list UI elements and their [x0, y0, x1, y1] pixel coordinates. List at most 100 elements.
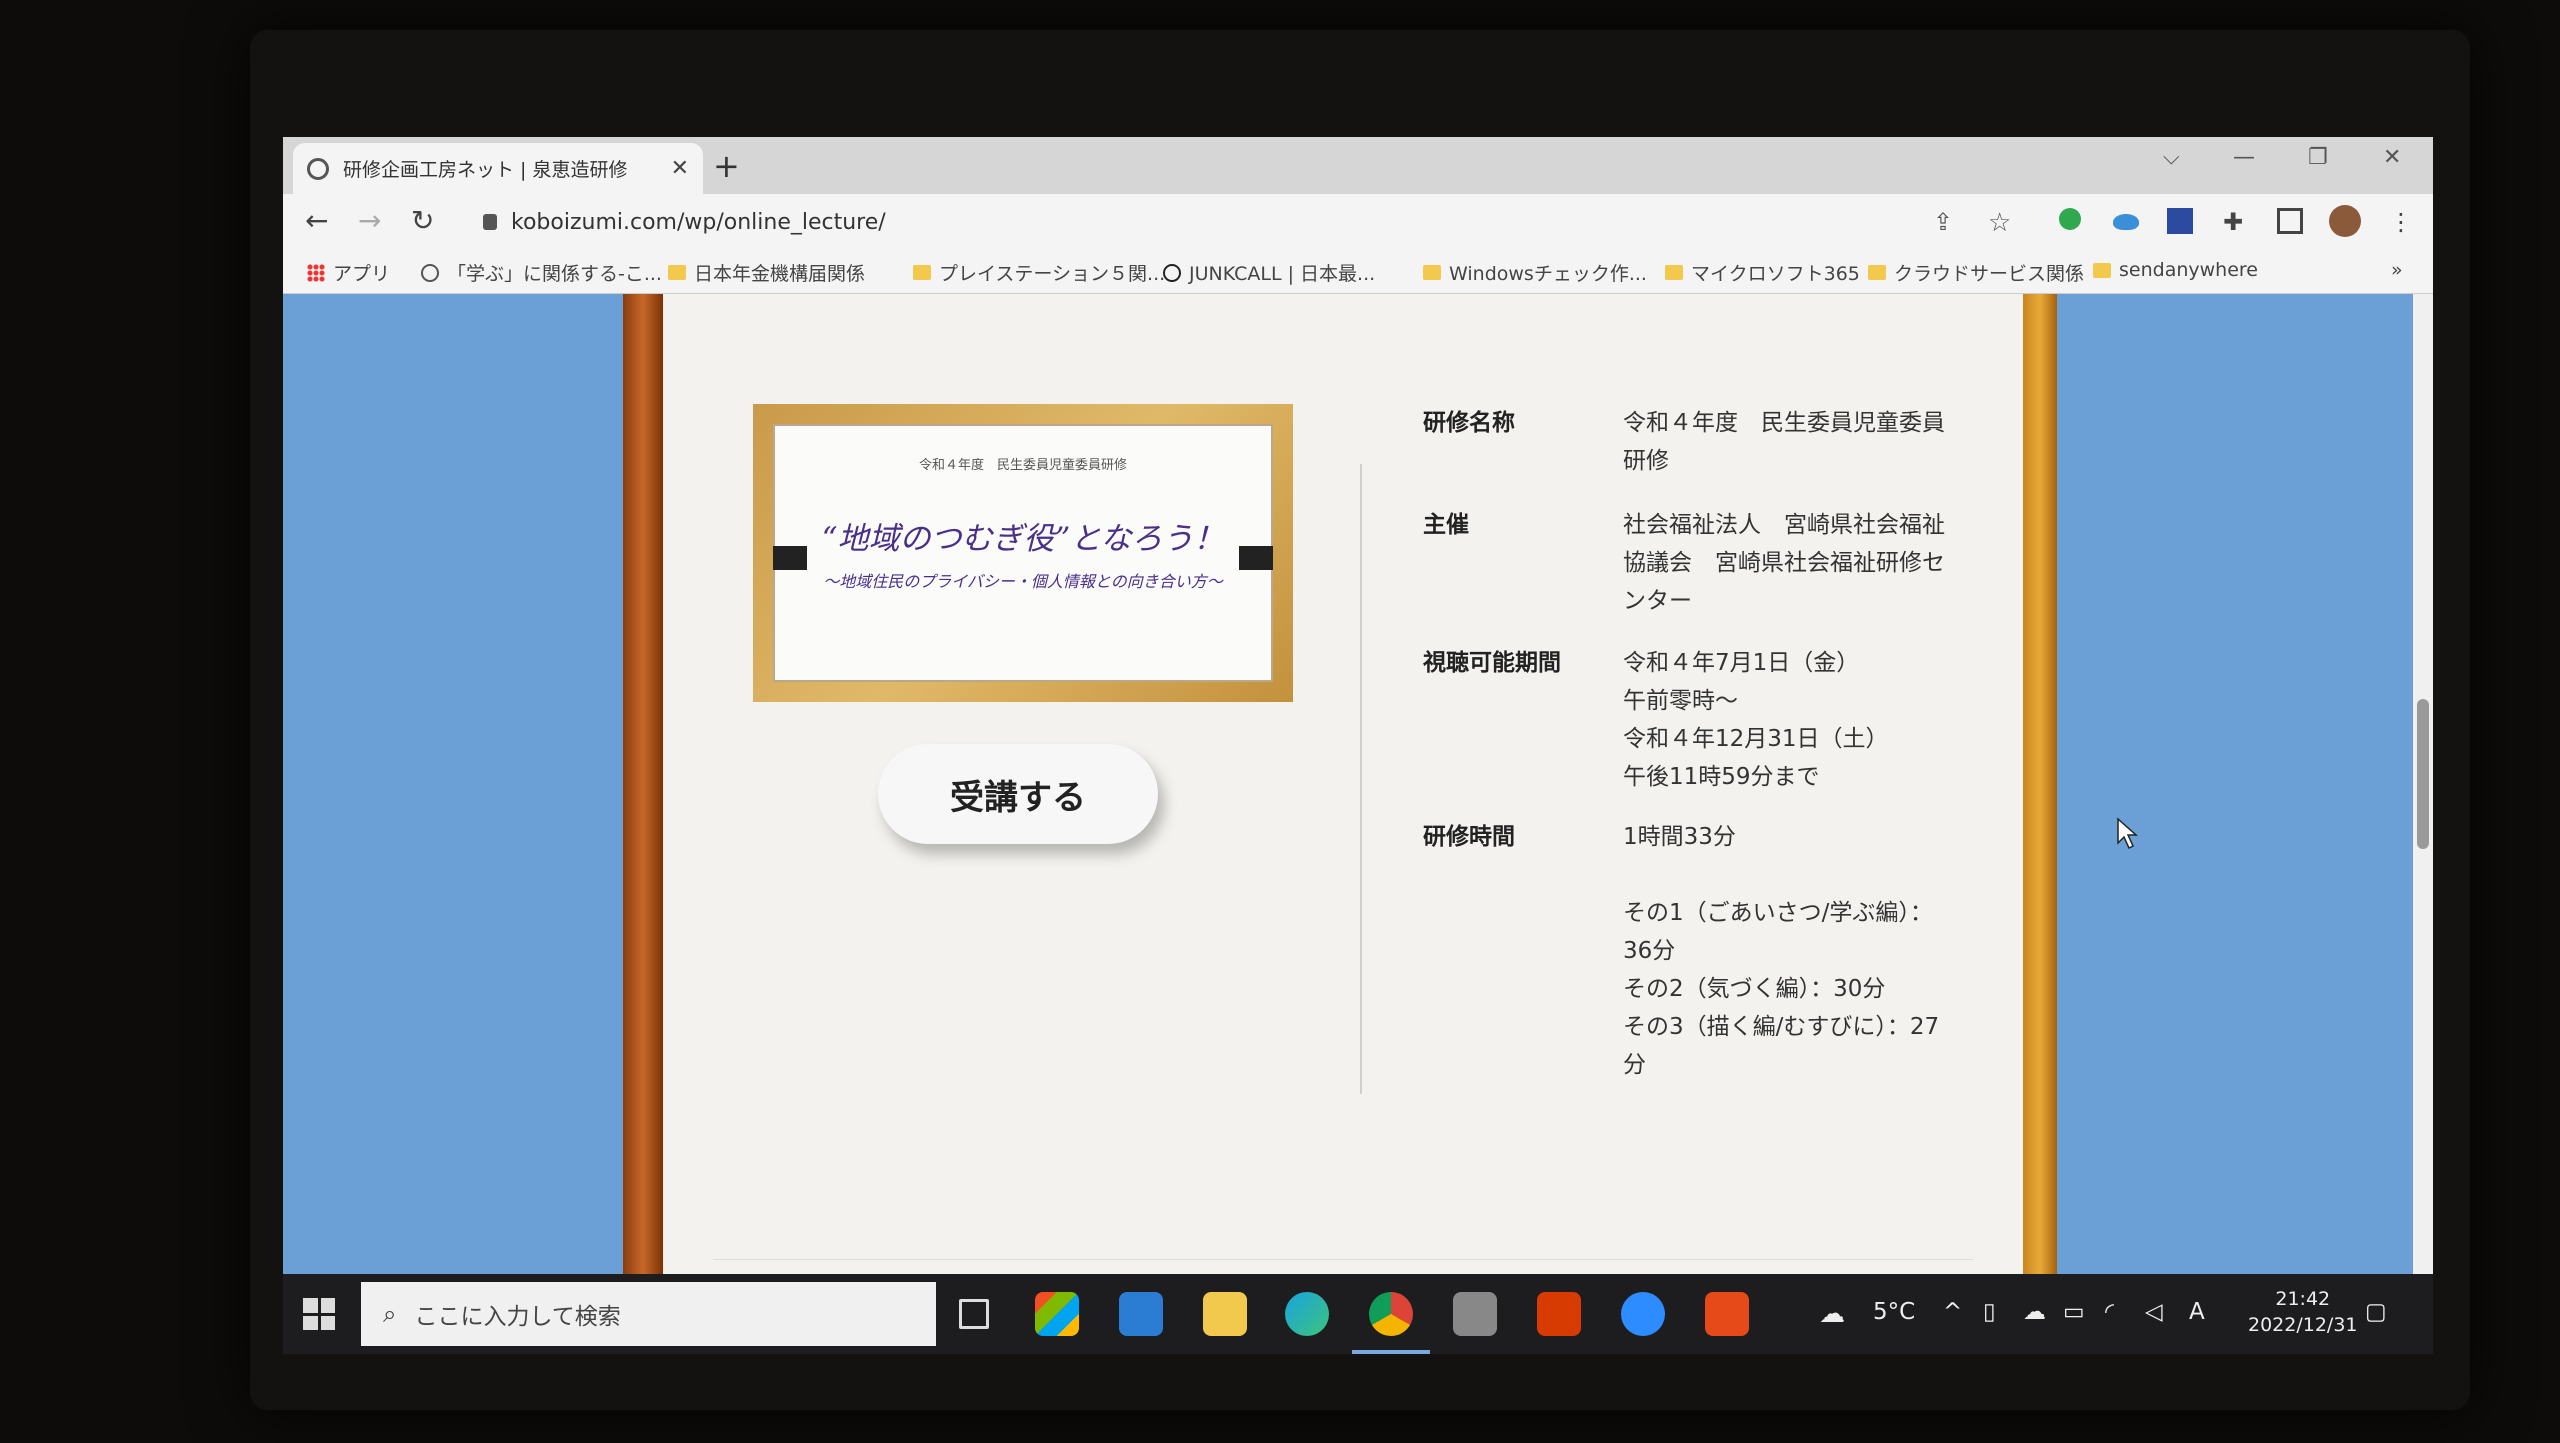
apps-icon [307, 263, 325, 282]
lock-icon [483, 214, 497, 230]
bookmark-windows-check[interactable]: Windowsチェック作... [1423, 259, 1647, 286]
puzzle-icon[interactable]: ✚ [2223, 208, 2249, 236]
url-text: koboizumi.com/wp/online_lecture/ [511, 209, 886, 235]
minimize-icon[interactable]: — [2233, 145, 2255, 170]
taskbar-search-box[interactable]: ⌕ ここに入力して検索 [361, 1282, 936, 1346]
forward-icon[interactable]: → [358, 204, 381, 237]
banner-main-title: “地域のつむぎ役”となろう！ [821, 521, 1225, 557]
side-panel-icon[interactable] [2277, 208, 2303, 234]
weather-temperature[interactable]: 5°C [1873, 1299, 1915, 1325]
bookmark-cloud-services[interactable]: クラウドサービス関係 [1868, 259, 2084, 286]
info-label-period: 視聴可能期間 [1423, 650, 1561, 676]
search-icon: ⌕ [383, 1300, 397, 1328]
notification-icon[interactable]: ▢ [2365, 1299, 2387, 1325]
wood-frame-right [2023, 294, 2057, 1274]
vertical-divider [1360, 464, 1362, 1094]
tab-title: 研修企画工房ネット | 泉恵造研修 [343, 159, 628, 181]
bookmark-manabu[interactable]: 「学ぶ」に関係する-こ... [421, 259, 662, 286]
mail-icon[interactable] [1119, 1292, 1163, 1336]
task-view-icon[interactable] [959, 1299, 989, 1329]
bookmark-nenkin[interactable]: 日本年金機構届関係 [668, 259, 865, 286]
tray-onedrive-icon[interactable]: ☁ [2023, 1299, 2046, 1325]
chrome-icon[interactable] [1369, 1292, 1413, 1336]
banner-clip-left [773, 546, 807, 570]
bookmark-sendanywhere[interactable]: sendanywhere [2093, 259, 2258, 281]
bookmarks-bar: アプリ 「学ぶ」に関係する-こ... 日本年金機構届関係 プレイステーション５関… [283, 249, 2433, 294]
scrollbar-thumb[interactable] [2417, 699, 2429, 849]
new-tab-icon[interactable]: + [713, 147, 740, 185]
bookmark-playstation[interactable]: プレイステーション５関... [913, 259, 1165, 286]
microsoft-store-icon[interactable] [1035, 1292, 1079, 1336]
windows-start-icon[interactable] [303, 1298, 335, 1330]
taskbar-clock[interactable]: 21:42 2022/12/31 [2248, 1286, 2358, 1338]
info-value-duration: 1時間33分 その1（ごあいさつ/学ぶ編）： 36分 その2（気づく編）：30分… [1623, 824, 1940, 1078]
reload-icon[interactable]: ↻ [411, 204, 434, 237]
wood-frame-left [623, 294, 663, 1274]
office-icon[interactable] [1537, 1292, 1581, 1336]
banner-clip-right [1239, 546, 1273, 570]
folder-icon [668, 265, 686, 280]
onedrive-extension-icon[interactable] [2113, 214, 2139, 230]
tray-chevron-icon[interactable]: ^ [1943, 1299, 1962, 1325]
info-label-host: 主催 [1423, 512, 1469, 538]
tray-wifi-icon[interactable]: ◜ [2105, 1299, 2114, 1325]
info-value-name: 令和４年度 民生委員児童委員 研修 [1623, 410, 1945, 474]
camera-icon[interactable] [1453, 1292, 1497, 1336]
banner-inner: 令和４年度 民生委員児童委員研修 “地域のつむぎ役”となろう！ 〜地域住民のプラ… [773, 424, 1273, 682]
content-panel: 令和４年度 民生委員児童委員研修 “地域のつむぎ役”となろう！ 〜地域住民のプラ… [663, 294, 2023, 1274]
tab-strip: 研修企画工房ネット | 泉恵造研修 ✕ + ⌵ — ❐ ✕ [283, 137, 2433, 194]
edge-icon[interactable] [1285, 1292, 1329, 1336]
globe-icon [307, 157, 329, 180]
menu-icon[interactable]: ⋮ [2389, 208, 2415, 236]
info-value-period: 令和４年7月1日（金） 午前零時〜 令和４年12月31日（土） 午後11時59分… [1623, 650, 1889, 790]
lecture-banner: 令和４年度 民生委員児童委員研修 “地域のつむぎ役”となろう！ 〜地域住民のプラ… [753, 404, 1293, 702]
tray-volume-icon[interactable]: ◁ [2145, 1299, 2163, 1325]
search-placeholder: ここに入力して検索 [414, 1304, 621, 1330]
office-alt-icon[interactable] [1705, 1292, 1749, 1336]
page-scrollbar[interactable] [2413, 294, 2433, 1274]
extension-green-icon[interactable] [2059, 208, 2081, 230]
clock-time: 21:42 [2275, 1288, 2331, 1310]
info-label-duration: 研修時間 [1423, 824, 1515, 850]
tray-battery-icon[interactable]: ▭ [2063, 1299, 2085, 1325]
bookmark-apps[interactable]: アプリ [307, 259, 390, 286]
clock-date: 2022/12/31 [2248, 1314, 2358, 1336]
folder-icon [1868, 265, 1886, 280]
info-value-host: 社会福祉法人 宮崎県社会福祉 協議会 宮崎県社会福祉研修セ ンター [1623, 512, 1945, 614]
close-window-icon[interactable]: ✕ [2383, 145, 2401, 170]
folder-icon [1665, 265, 1683, 280]
share-icon[interactable]: ⇪ [1933, 208, 1959, 236]
restore-icon[interactable]: ❐ [2308, 145, 2328, 170]
calendar-extension-icon[interactable] [2167, 208, 2193, 234]
folder-icon [2093, 262, 2111, 278]
bookmarks-more-button[interactable]: » [2391, 259, 2403, 281]
folder-icon [913, 265, 931, 280]
weather-cloud-icon[interactable]: ☁ [1819, 1299, 1845, 1329]
bookmark-microsoft365[interactable]: マイクロソフト365 [1665, 259, 1860, 286]
banner-subtitle: 〜地域住民のプライバシー・個人情報との向き合い方〜 [823, 572, 1223, 591]
ime-indicator[interactable]: A [2189, 1299, 2205, 1325]
star-icon[interactable]: ☆ [1988, 208, 2014, 238]
screen: 研修企画工房ネット | 泉恵造研修 ✕ + ⌵ — ❐ ✕ ← → ↻ kobo… [283, 137, 2433, 1354]
bottom-rule [713, 1259, 1973, 1260]
address-bar[interactable]: koboizumi.com/wp/online_lecture/ [463, 201, 2223, 243]
zoom-icon[interactable] [1621, 1292, 1665, 1336]
tab-search-icon[interactable]: ⌵ [2163, 145, 2180, 170]
browser-toolbar: ← → ↻ koboizumi.com/wp/online_lecture/ ⇪… [283, 194, 2433, 249]
windows-taskbar: ⌕ ここに入力して検索 ☁ 5°C ^ ▯ ☁ ▭ ◜ ◁ A 21:42 20… [283, 1274, 2433, 1354]
close-tab-icon[interactable]: ✕ [671, 156, 689, 181]
active-app-indicator [1352, 1350, 1430, 1354]
enroll-button[interactable]: 受講する [878, 744, 1158, 844]
globe-icon [421, 263, 439, 282]
profile-avatar[interactable] [2329, 205, 2361, 237]
page-viewport: 令和４年度 民生委員児童委員研修 “地域のつむぎ役”となろう！ 〜地域住民のプラ… [283, 294, 2413, 1274]
browser-tab[interactable]: 研修企画工房ネット | 泉恵造研修 ✕ [293, 143, 703, 194]
file-explorer-icon[interactable] [1203, 1292, 1247, 1336]
site-icon [1163, 263, 1181, 282]
tray-device-icon[interactable]: ▯ [1983, 1299, 1996, 1325]
bookmark-junkcall[interactable]: JUNKCALL | 日本最... [1163, 259, 1375, 286]
banner-small-heading: 令和４年度 民生委員児童委員研修 [918, 458, 1127, 473]
info-label-name: 研修名称 [1423, 410, 1515, 436]
back-icon[interactable]: ← [305, 204, 328, 237]
folder-icon [1423, 265, 1441, 280]
